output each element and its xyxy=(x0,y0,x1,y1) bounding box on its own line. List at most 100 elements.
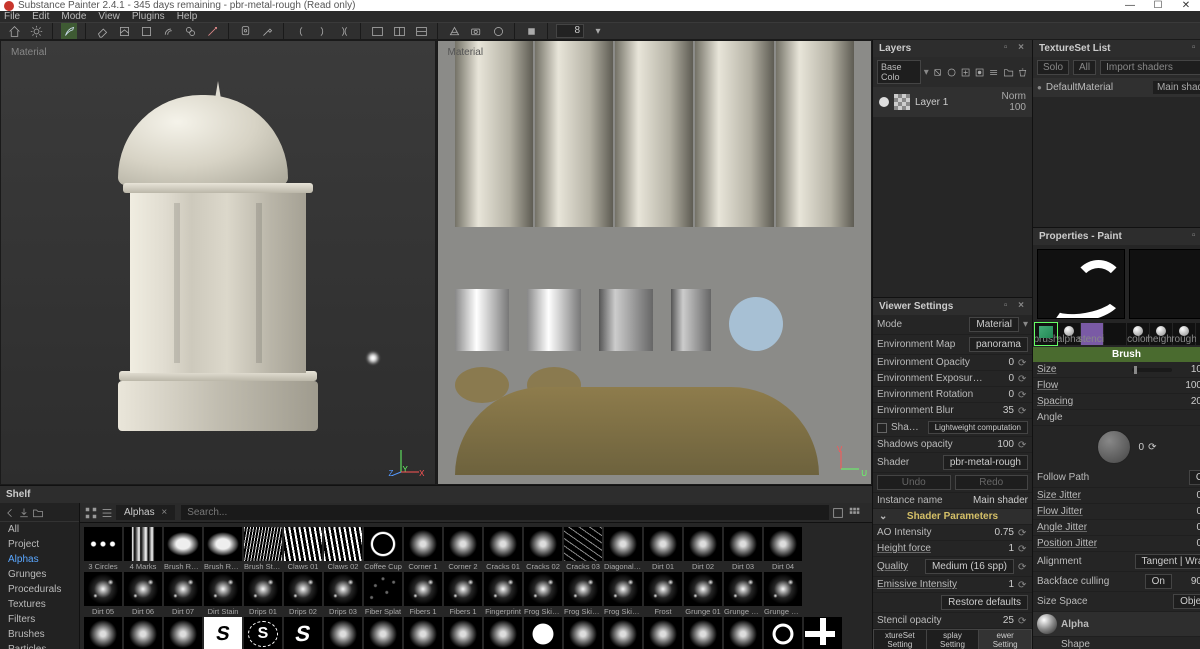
shelf-view-large-icon[interactable] xyxy=(831,506,845,520)
bottom-tab-1[interactable]: xtureSet Setting xyxy=(873,629,926,649)
settings-icon[interactable] xyxy=(28,23,44,39)
layers-channel-combo[interactable]: Base Colo xyxy=(877,60,921,84)
shelf-item[interactable]: Claws 02 xyxy=(324,527,362,571)
viewport-2d[interactable]: Material V xyxy=(437,40,873,485)
shelf-item[interactable]: Mold xyxy=(324,617,362,649)
shelf-item[interactable]: Scratches 03 xyxy=(444,617,482,649)
layer-add-icon[interactable] xyxy=(960,66,971,79)
home-icon[interactable] xyxy=(6,23,22,39)
shelf-item[interactable]: Corner 1 xyxy=(404,527,442,571)
texset-solo-button[interactable]: Solo xyxy=(1037,60,1069,75)
sym-both-icon[interactable] xyxy=(336,23,352,39)
shelf-category-grunges[interactable]: Grunges xyxy=(0,567,79,582)
eyedropper-icon[interactable] xyxy=(259,23,275,39)
shelf-item[interactable]: Shape Bell I... xyxy=(684,617,722,649)
texset-all-button[interactable]: All xyxy=(1073,60,1096,75)
render-icon[interactable] xyxy=(490,23,506,39)
shadows-checkbox[interactable] xyxy=(877,423,887,433)
channel-chip-m[interactable]: m xyxy=(1196,323,1200,345)
menu-mode[interactable]: Mode xyxy=(61,11,86,22)
shelf-view-small-icon[interactable] xyxy=(848,506,862,520)
channel-chip-height[interactable]: height xyxy=(1150,323,1172,345)
channel-chip-3[interactable] xyxy=(1104,323,1126,345)
layer-delete-icon[interactable] xyxy=(1017,66,1028,79)
shelf-list-icon[interactable] xyxy=(100,506,114,520)
axis-gizmo-3d[interactable]: Y X Z xyxy=(391,446,421,476)
shelf-item[interactable]: Frog Skin 01 xyxy=(524,572,562,616)
shelf-item[interactable]: Logo Painter xyxy=(244,617,282,649)
menu-plugins[interactable]: Plugins xyxy=(132,11,165,22)
size-slider[interactable] xyxy=(1132,368,1172,372)
shelf-item[interactable]: Grunge 01 xyxy=(684,572,722,616)
shelf-item[interactable]: Dirt 02 xyxy=(684,527,722,571)
channel-chip-color[interactable]: color xyxy=(1127,323,1149,345)
bottom-tab-2[interactable]: splay Setting xyxy=(926,629,979,649)
bottom-tab-3[interactable]: ewer Setting xyxy=(978,629,1032,649)
shelf-folder-icon[interactable] xyxy=(32,507,44,519)
shelf-item[interactable]: Grunge Hairy xyxy=(724,572,762,616)
brush-tool-icon[interactable] xyxy=(61,23,77,39)
shelf-category-filters[interactable]: Filters xyxy=(0,612,79,627)
layer-name[interactable]: Layer 1 xyxy=(915,97,997,108)
shelf-category-brushes[interactable]: Brushes xyxy=(0,627,79,642)
shelf-item[interactable]: Shape Bell I... xyxy=(644,617,682,649)
shelf-item[interactable]: Cracks 03 xyxy=(564,527,602,571)
shelf-item[interactable]: Brush Rotat... xyxy=(164,527,202,571)
shelf-item[interactable]: Shape Bord... xyxy=(724,617,762,649)
channel-chip-alpha[interactable]: alpha xyxy=(1058,323,1080,345)
shelf-item[interactable]: scratches_01 xyxy=(524,617,562,649)
alignment-combo[interactable]: Tangent | Wrap xyxy=(1135,554,1200,569)
menu-edit[interactable]: Edit xyxy=(32,11,49,22)
shelf-item[interactable]: Brush Rotat... xyxy=(204,527,242,571)
shelf-item[interactable]: Grunge Stone xyxy=(164,617,202,649)
shelf-item[interactable]: Frog Skin 02 xyxy=(564,572,602,616)
eraser-icon[interactable] xyxy=(94,23,110,39)
perspective-icon[interactable] xyxy=(446,23,462,39)
clone-icon[interactable] xyxy=(182,23,198,39)
polyfill-icon[interactable] xyxy=(138,23,154,39)
layer-mask-icon[interactable] xyxy=(946,66,957,79)
shelf-item[interactable]: 4 Marks xyxy=(124,527,162,571)
shelf-item[interactable]: Grunge Pai... xyxy=(124,617,162,649)
viewport-3d[interactable]: Material Y X Z xyxy=(0,40,436,485)
material-preview[interactable] xyxy=(1129,249,1200,319)
shelf-category-particles[interactable]: Particles xyxy=(0,642,79,649)
shelf-item[interactable]: Sandpaper 1 xyxy=(364,617,402,649)
iray-icon[interactable] xyxy=(523,23,539,39)
shelf-category-alphas[interactable]: Alphas xyxy=(0,552,79,567)
restore-defaults-button[interactable]: Restore defaults xyxy=(941,595,1028,610)
viewport-split-icon[interactable] xyxy=(391,23,407,39)
shelf-item[interactable]: 3 Circles xyxy=(84,527,122,571)
channel-chip-rough[interactable]: rough xyxy=(1173,323,1195,345)
shelf-item[interactable]: Brush Strok... xyxy=(244,527,282,571)
viewport-2d-icon[interactable] xyxy=(413,23,429,39)
shelf-item[interactable]: Shape Bord... xyxy=(764,617,802,649)
viewer-mode-combo[interactable]: Material xyxy=(969,317,1019,332)
shelf-item[interactable]: Fiber Splat xyxy=(364,572,402,616)
quick-mask-icon[interactable] xyxy=(237,23,253,39)
shelf-category-textures[interactable]: Textures xyxy=(0,597,79,612)
shelf-item[interactable]: Dirt 05 xyxy=(84,572,122,616)
material-picker-icon[interactable] xyxy=(204,23,220,39)
shelf-item[interactable]: Claws 01 xyxy=(284,527,322,571)
shelf-item[interactable]: Cracks 01 xyxy=(484,527,522,571)
shelf-item[interactable]: Fibers 1 xyxy=(444,572,482,616)
layer-folder-icon[interactable] xyxy=(1003,66,1014,79)
axis-gizmo-2d[interactable]: V U xyxy=(837,449,861,476)
toolbar-numeric[interactable]: 8 xyxy=(556,24,584,38)
layer-effect-icon[interactable] xyxy=(932,66,943,79)
shelf-item[interactable]: Cracks 02 xyxy=(524,527,562,571)
layer-addfill-icon[interactable] xyxy=(974,66,985,79)
shelf-item[interactable]: Corner 2 xyxy=(444,527,482,571)
shadow-mode-button[interactable]: Lightweight computation xyxy=(928,421,1028,434)
menu-view[interactable]: View xyxy=(98,11,120,22)
shelf-item[interactable]: Shape Bord... xyxy=(804,617,842,649)
undo-button[interactable]: Undo xyxy=(877,475,951,490)
backface-toggle[interactable]: On xyxy=(1145,574,1172,589)
size-space-combo[interactable]: Object xyxy=(1173,594,1200,609)
channel-chip-stencil[interactable]: stencil xyxy=(1081,323,1103,345)
shelf-item[interactable]: Dirt Stain xyxy=(204,572,242,616)
minimize-button[interactable]: — xyxy=(1116,0,1144,14)
texset-import-button[interactable]: Import shaders xyxy=(1100,60,1200,75)
alpha-thumb-icon[interactable] xyxy=(1037,614,1057,634)
